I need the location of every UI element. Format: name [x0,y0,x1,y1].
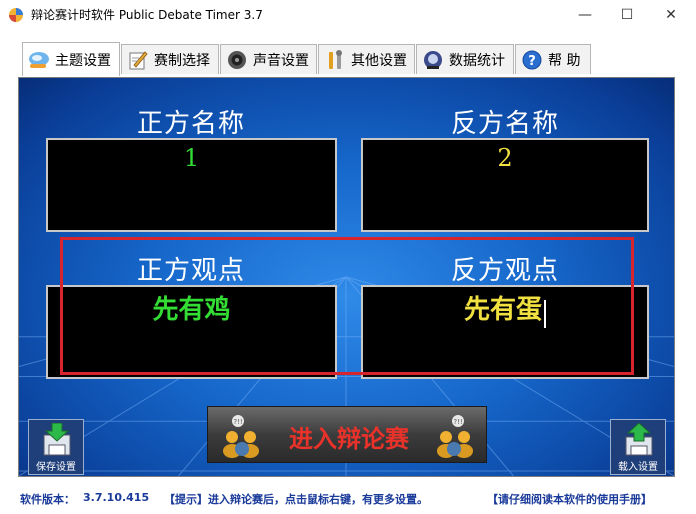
svg-text:?!!: ?!! [233,418,242,426]
pro-name-label: 正方名称 [136,109,245,139]
tab-statistics-label: 数据统计 [449,52,505,69]
maximize-button[interactable]: ☐ [604,0,650,30]
enter-debate-button[interactable]: ?!! 进入辩论赛 ?!! [207,406,487,463]
enter-debate-label: 进入辩论赛 [289,424,409,453]
title-bar: 辩论赛计时软件 Public Debate Timer 3.7 — ☐ ✕ [0,0,696,30]
stats-icon [421,49,445,71]
status-bar: 软件版本： 3.7.10.415 【提示】进入辩论赛后，点击鼠标右键，有更多设置… [0,486,696,510]
con-name-label: 反方名称 [450,109,559,139]
save-settings-label: 保存设置 [36,462,76,473]
debaters-right-icon: ?!! [437,415,473,458]
save-icon [43,423,71,456]
tab-help-label: 帮 助 [548,52,581,69]
pro-name-field[interactable]: 1 [46,138,337,232]
manual-link[interactable]: 【请仔细阅读本软件的使用手册】 [487,491,652,507]
tab-other-settings-label: 其他设置 [351,52,407,69]
tools-icon [323,49,347,71]
load-icon [625,423,653,456]
minimize-button[interactable]: — [562,0,608,30]
tab-theme-settings-label: 主题设置 [55,52,111,69]
con-name-value: 2 [497,144,513,172]
highlight-box [60,237,634,375]
pro-name-value: 1 [183,144,200,172]
save-settings-button[interactable]: 保存设置 [28,419,84,475]
load-settings-label: 载入设置 [618,462,658,473]
svg-text:?: ? [528,54,536,69]
version-value: 3.7.10.415 [83,491,150,504]
speaker-icon [225,49,249,71]
help-icon: ? [520,49,544,71]
tab-sound-settings[interactable]: 声音设置 [220,44,317,74]
theme-icon [27,49,51,71]
tab-bar: 主题设置 赛制选择 声音设置 其他设置 数据统计 ? 帮 助 [0,31,696,77]
close-button[interactable]: ✕ [648,0,694,30]
app-logo-icon [9,8,23,22]
tab-other-settings[interactable]: 其他设置 [318,44,415,74]
tip-text: 【提示】进入辩论赛后，点击鼠标右键，有更多设置。 [164,493,428,506]
debaters-left-icon: ?!! [223,415,259,458]
load-settings-button[interactable]: 载入设置 [610,419,666,475]
window-title: 辩论赛计时软件 Public Debate Timer 3.7 [31,8,263,22]
tab-format-select-label: 赛制选择 [154,52,210,69]
con-name-field[interactable]: 2 [361,138,649,232]
svg-text:?!!: ?!! [453,418,462,426]
tab-statistics[interactable]: 数据统计 [416,44,514,74]
tab-theme-settings[interactable]: 主题设置 [22,42,120,76]
pencil-icon [126,49,150,71]
tab-format-select[interactable]: 赛制选择 [121,44,219,74]
tab-help[interactable]: ? 帮 助 [515,44,591,74]
version-label: 软件版本： [20,493,75,506]
tab-sound-settings-label: 声音设置 [253,52,309,69]
